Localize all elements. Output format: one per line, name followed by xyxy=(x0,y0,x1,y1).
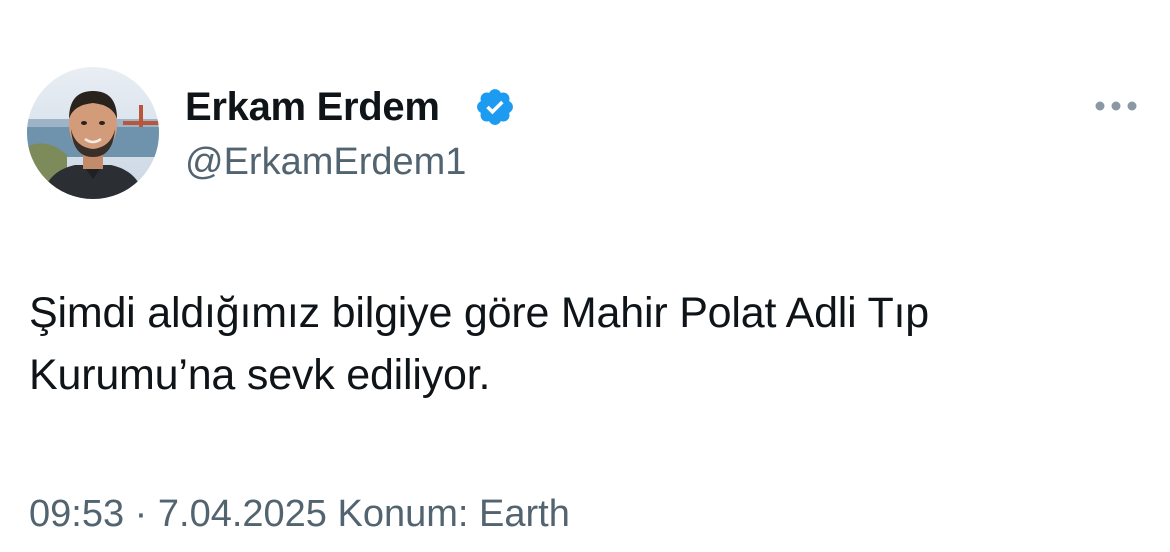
tweet-time[interactable]: 09:53 xyxy=(29,493,124,535)
profile-photo xyxy=(27,67,159,199)
tweet-location: Konum: Earth xyxy=(337,493,570,535)
user-handle[interactable]: @ErkamErdem1 xyxy=(185,140,466,184)
more-options-button[interactable] xyxy=(1088,88,1144,124)
meta-separator: · xyxy=(134,493,148,535)
tweet-metadata: 09:53 · 7.04.2025 Konum: Earth xyxy=(29,490,570,538)
tweet-text-line: Şimdi aldığımız bilgiye göre Mahir Polat… xyxy=(29,289,929,337)
tweet-text: Şimdi aldığımız bilgiye göre Mahir Polat… xyxy=(29,282,1139,406)
tweet-date[interactable]: 7.04.2025 xyxy=(158,493,327,535)
tweet-text-line: Kurumu’na sevk ediliyor. xyxy=(29,351,491,399)
display-name[interactable]: Erkam Erdem xyxy=(185,84,440,130)
verified-badge-icon xyxy=(474,86,516,128)
more-dots-icon xyxy=(1095,101,1137,111)
avatar[interactable] xyxy=(27,67,159,199)
